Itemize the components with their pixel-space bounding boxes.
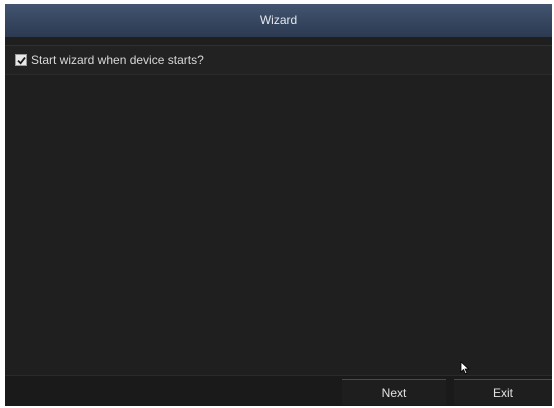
start-wizard-option: Start wizard when device starts? [5, 45, 552, 75]
start-wizard-checkbox[interactable] [15, 54, 27, 66]
start-wizard-label: Start wizard when device starts? [31, 53, 204, 67]
exit-button[interactable]: Exit [454, 379, 552, 405]
next-button[interactable]: Next [342, 379, 446, 405]
mouse-pointer-icon [460, 361, 470, 375]
wizard-window: Wizard Start wizard when device starts? … [5, 4, 552, 406]
checkmark-icon [16, 56, 26, 65]
button-bar: Next Exit [5, 375, 552, 406]
window-title: Wizard [5, 4, 552, 38]
